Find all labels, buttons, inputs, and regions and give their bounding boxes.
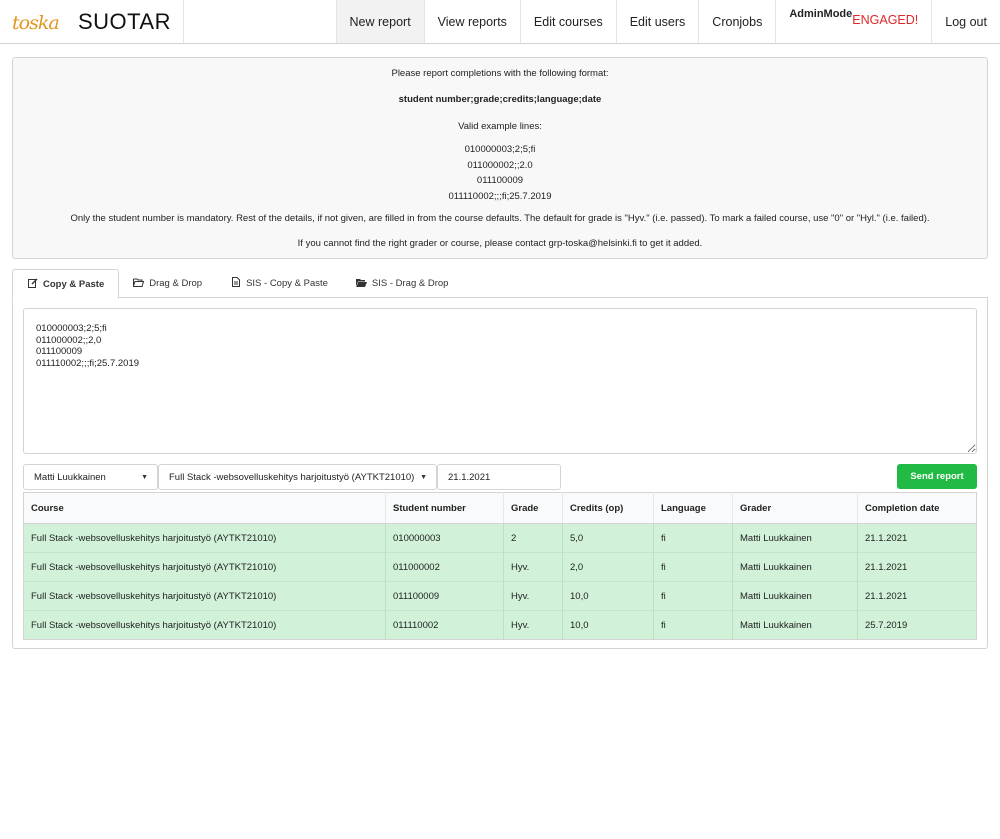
cell-grader: Matti Luukkainen [732,523,858,553]
column-header: Completion date [857,492,977,524]
column-header: Course [23,492,386,524]
toska-logo: toska [12,11,60,33]
edit-icon [27,278,38,291]
brand[interactable]: toska SUOTAR [0,0,184,43]
tab-copy-paste[interactable]: Copy & Paste [12,269,120,299]
example-line: 010000003;2;5;fi [464,144,536,155]
app-title: SUOTAR [77,8,171,34]
cell-course: Full Stack -websovelluskehitys harjoitus… [23,610,386,640]
nav-view-reports[interactable]: View reports [423,0,520,43]
grader-dropdown[interactable]: Matti Luukkainen ▼ [23,464,158,490]
cell-course: Full Stack -websovelluskehitys harjoitus… [23,552,386,582]
cell-language: fi [653,610,733,640]
logout-button[interactable]: Log out [931,0,1000,43]
send-report-button[interactable]: Send report [897,464,977,489]
cell-course: Full Stack -websovelluskehitys harjoitus… [23,581,386,611]
tab-label: Drag & Drop [149,278,203,289]
cell-credits: 10,0 [562,581,654,611]
cell-student-number: 011110002 [385,610,504,640]
column-header: Grade [503,492,563,524]
cell-completion-date: 21.1.2021 [857,581,977,611]
cell-grade: 2 [503,523,563,553]
report-preview-table: Course Student number Grade Credits (op)… [23,492,977,640]
date-input[interactable] [437,464,561,490]
folder-open-icon [133,278,145,290]
cell-grader: Matti Luukkainen [732,610,858,640]
cell-credits: 2,0 [562,552,654,582]
nav-cronjobs[interactable]: Cronjobs [698,0,775,43]
copy-paste-panel: Matti Luukkainen ▼ Full Stack -websovell… [12,298,988,649]
column-header: Language [653,492,733,524]
example-line: 011100009 [476,175,524,186]
input-mode-tabs: Copy & Paste Drag & Drop SIS - Copy & Pa… [12,269,988,299]
folder-open-solid-icon [355,278,367,290]
tab-label: SIS - Copy & Paste [246,278,328,289]
tab-sis-copy-paste[interactable]: SIS - Copy & Paste [216,269,342,298]
tab-sis-drag-drop[interactable]: SIS - Drag & Drop [342,269,463,298]
course-selected: Full Stack -websovelluskehitys harjoitus… [169,471,415,483]
cell-student-number: 011100009 [385,581,504,611]
cell-language: fi [653,552,733,582]
column-header: Grader [732,492,858,524]
admin-mode-label: AdminMode [789,8,853,20]
cell-completion-date: 21.1.2021 [857,523,977,553]
example-line: 011110002;;;fi;25.7.2019 [448,190,552,202]
example-lines: 010000003;2;5;fi 011000002;;2.0 01110000… [13,142,987,204]
top-navbar: toska SUOTAR New report View reports Edi… [0,0,1000,44]
cell-grader: Matti Luukkainen [732,552,858,582]
cell-grade: Hyv. [503,552,563,582]
format-instructions: Please report completions with the follo… [12,57,988,259]
file-text-icon [230,277,241,290]
instructions-intro: Please report completions with the follo… [391,68,609,79]
column-header: Credits (op) [562,492,654,524]
mandatory-note: Only the student number is mandatory. Re… [70,213,930,224]
tab-label: Copy & Paste [43,278,105,290]
cell-grade: Hyv. [503,610,563,640]
tab-label: SIS - Drag & Drop [371,278,449,289]
table-row: Full Stack -websovelluskehitys harjoitus… [23,552,977,582]
admin-mode-toggle[interactable]: AdminMode ENGAGED! [775,0,931,43]
cell-completion-date: 21.1.2021 [857,552,977,582]
caret-down-icon: ▼ [141,474,148,481]
cell-language: fi [653,523,733,553]
table-row: Full Stack -websovelluskehitys harjoitus… [23,610,977,640]
cell-completion-date: 25.7.2019 [857,610,977,640]
cell-course: Full Stack -websovelluskehitys harjoitus… [23,523,386,553]
nav-edit-courses[interactable]: Edit courses [519,0,616,43]
cell-language: fi [653,581,733,611]
caret-down-icon: ▼ [420,474,427,481]
table-header-row: Course Student number Grade Credits (op)… [23,492,977,524]
cell-grader: Matti Luukkainen [732,581,858,611]
format-spec: student number;grade;credits;language;da… [398,94,602,105]
cell-credits: 5,0 [562,523,654,553]
example-line: 011000002;;2.0 [467,159,533,171]
valid-examples-heading: Valid example lines: [458,121,542,132]
grader-selected: Matti Luukkainen [34,471,106,483]
tab-drag-drop[interactable]: Drag & Drop [119,269,216,298]
cell-credits: 10,0 [562,610,654,640]
logo-text: toska [12,11,60,34]
cell-student-number: 010000003 [385,523,504,553]
nav-new-report[interactable]: New report [335,0,424,43]
table-row: Full Stack -websovelluskehitys harjoitus… [23,581,977,611]
admin-mode-status: ENGAGED! [852,13,919,27]
report-textarea[interactable] [23,308,977,454]
course-dropdown[interactable]: Full Stack -websovelluskehitys harjoitus… [158,464,437,490]
nav-edit-users[interactable]: Edit users [615,0,699,43]
table-row: Full Stack -websovelluskehitys harjoitus… [23,523,977,553]
contact-note: If you cannot find the right grader or c… [297,238,703,249]
report-controls: Matti Luukkainen ▼ Full Stack -websovell… [23,464,977,491]
cell-student-number: 011000002 [385,552,504,582]
cell-grade: Hyv. [503,581,563,611]
column-header: Student number [385,492,504,524]
